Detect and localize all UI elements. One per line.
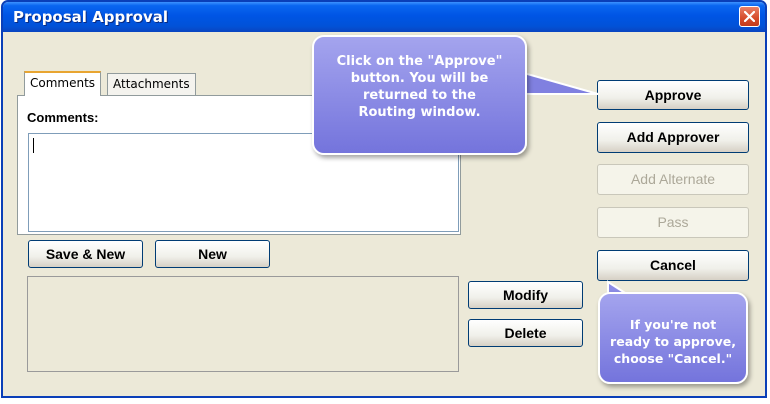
approve-callout-line-4: Routing window.: [358, 105, 481, 120]
comments-list[interactable]: [27, 276, 459, 372]
title-bar: Proposal Approval: [3, 2, 765, 32]
text-caret: [33, 138, 34, 153]
approve-callout: Click on the "Approve" button. You will …: [312, 35, 527, 155]
comments-label: Comments:: [27, 110, 99, 125]
approve-callout-pointer: [520, 70, 599, 95]
save-and-new-button[interactable]: Save & New: [28, 240, 143, 268]
delete-button[interactable]: Delete: [468, 319, 583, 347]
add-alternate-button[interactable]: Add Alternate: [597, 164, 749, 195]
cancel-button[interactable]: Cancel: [597, 250, 749, 281]
window-title: Proposal Approval: [13, 8, 168, 26]
add-approver-button[interactable]: Add Approver: [597, 122, 749, 153]
close-button[interactable]: [739, 6, 760, 27]
pass-button[interactable]: Pass: [597, 207, 749, 238]
approve-callout-line-2: button. You will be: [350, 71, 489, 86]
new-button[interactable]: New: [155, 240, 270, 268]
approve-button[interactable]: Approve: [597, 80, 749, 110]
tab-attachments[interactable]: Attachments: [107, 73, 196, 96]
approve-callout-line-3: returned to the: [363, 88, 476, 103]
close-icon: [744, 11, 755, 22]
modify-button[interactable]: Modify: [468, 281, 583, 309]
cancel-callout-line-2: ready to approve,: [610, 334, 736, 349]
approve-callout-line-1: Click on the "Approve": [336, 54, 503, 69]
tab-comments[interactable]: Comments: [24, 71, 102, 96]
cancel-callout: If you're not ready to approve, choose "…: [598, 292, 748, 384]
cancel-callout-line-1: If you're not: [629, 317, 717, 332]
cancel-callout-line-3: choose "Cancel.": [613, 351, 733, 366]
